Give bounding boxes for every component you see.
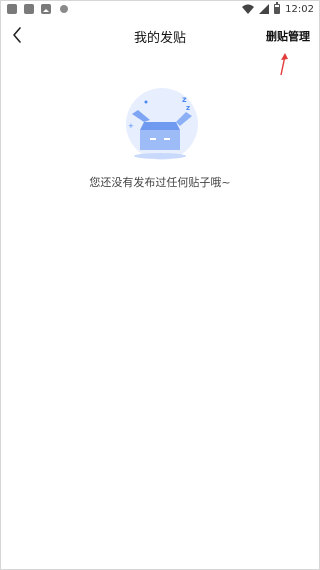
svg-text:z: z [186,104,190,112]
svg-text:z: z [182,95,187,104]
delete-post-manage-button[interactable]: 删贴管理 [266,28,310,44]
status-bar-right: 12:02 [242,0,314,18]
header: 我的发贴 删贴管理 [0,18,320,54]
wifi-icon [242,4,255,14]
status-time: 12:02 [285,3,314,15]
red-arrow-annotation [280,53,288,76]
dot-icon [60,5,68,13]
signal-icon [259,4,270,14]
status-bar: 12:02 [0,0,320,18]
image-icon [41,4,51,14]
battery-icon [274,2,281,14]
app-icon [24,4,34,14]
svg-text:+: + [128,122,134,130]
empty-box-illustration: z z + [126,88,198,160]
app-icon [7,4,17,14]
empty-state-message: 您还没有发布过任何贴子哦~ [89,176,231,189]
